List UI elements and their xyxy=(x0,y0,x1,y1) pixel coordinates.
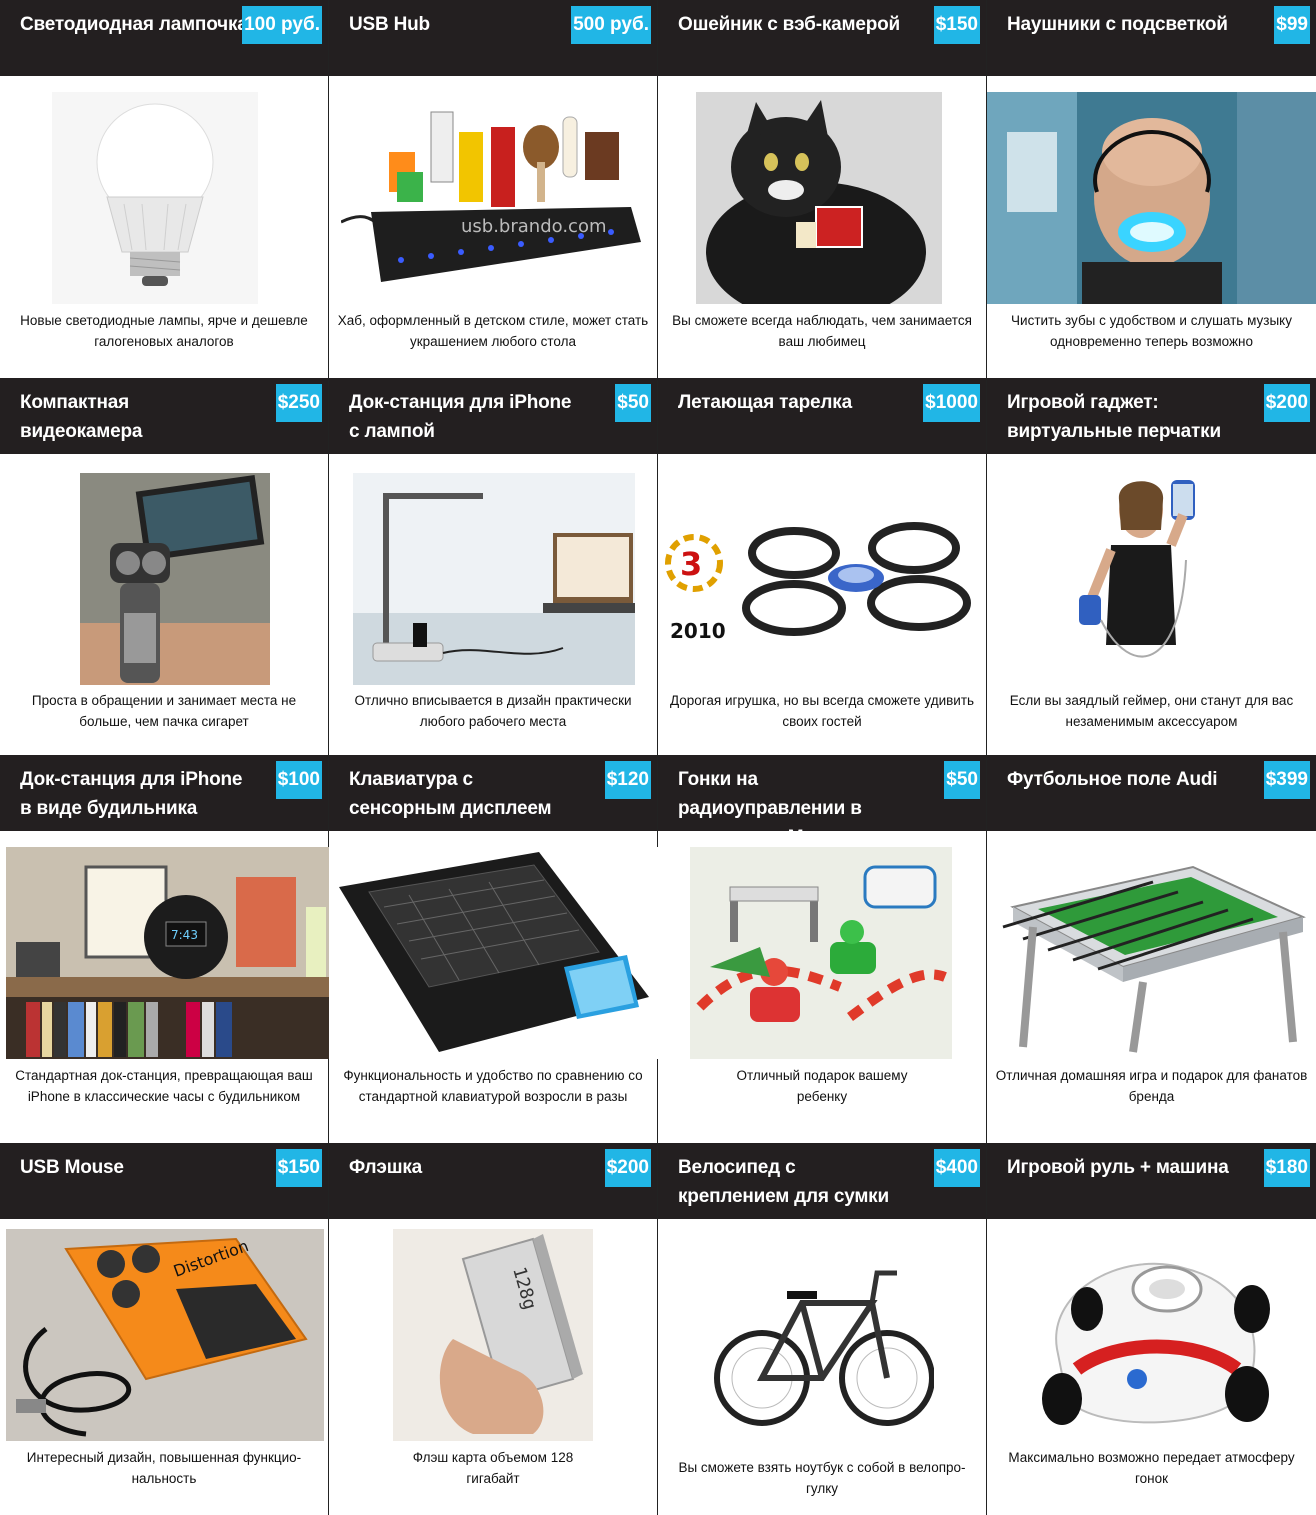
product-description: Отличный подарок вашему ребенку xyxy=(736,1068,908,1104)
kart-wheel-image xyxy=(1017,1229,1287,1441)
product-card: Светодиодная лампочка 100 руб. Новые све… xyxy=(0,0,329,378)
clock-time-label: 7:43 xyxy=(171,928,198,942)
product-title: Флэшка xyxy=(349,1157,423,1178)
product-card: Док-станция для iPhone в виде будильника… xyxy=(0,755,336,1143)
usb-hub-image: usb.brando.com xyxy=(341,92,647,304)
product-description: Стандартная док-станция, превращающая ва… xyxy=(15,1068,313,1104)
product-title: Светодиодная лампочка xyxy=(20,14,248,35)
product-description: Хаб, оформленный в детском стиле, может … xyxy=(337,313,649,349)
price-badge: $150 xyxy=(933,6,980,44)
price-badge: $200 xyxy=(1263,384,1310,422)
glowing-headset-image xyxy=(987,92,1316,304)
foosball-table-image xyxy=(993,847,1311,1059)
price-badge: $1000 xyxy=(923,384,980,422)
product-card: Флэшка $200 128g Флэш карта объемом 128 … xyxy=(329,1143,658,1515)
price-badge: $250 xyxy=(275,384,322,422)
price-badge: 100 руб. xyxy=(242,6,322,44)
product-card: Наушники с подсветкой $99 Чистить зубы с… xyxy=(987,0,1316,378)
cat-webcam-collar-image xyxy=(696,92,942,304)
product-card: Ошейник с вэб-камерой $150 Вы сможете вс… xyxy=(658,0,987,378)
price-badge: $400 xyxy=(933,1149,980,1187)
price-badge: $50 xyxy=(615,384,651,422)
price-badge: $399 xyxy=(1263,761,1310,799)
mario-rc-race-image xyxy=(690,847,952,1059)
catalog-row: Док-станция для iPhone в виде будильника… xyxy=(0,755,1316,1143)
catalog-row: Компактная видеокамера $250 Проста в обр… xyxy=(0,378,1316,755)
product-description: Отличная домашняя игра и подарок для фан… xyxy=(995,1068,1308,1104)
product-title: Игровой гаджет: виртуальные перчатки xyxy=(1007,392,1221,442)
product-description: Интересный дизайн, повышенная функцио-на… xyxy=(26,1450,302,1486)
virtual-gloves-image xyxy=(1061,470,1241,685)
product-card: USB Mouse $150 Distortion Интересный диз… xyxy=(0,1143,329,1515)
product-title: Летающая тарелка xyxy=(678,392,852,413)
price-badge: $180 xyxy=(1263,1149,1310,1187)
product-description: Максимально возможно передает атмосферу … xyxy=(1008,1450,1295,1486)
product-title: Велосипед с креплением для сумки xyxy=(678,1157,889,1207)
product-description: Новые светодиодные лампы, ярче и дешевле… xyxy=(20,313,308,349)
price-badge: $100 xyxy=(275,761,322,799)
product-card: Клавиатура с сенсорным дисплеем $120 Фун… xyxy=(329,755,658,1143)
product-description: Функциональность и удобство по сравнению… xyxy=(343,1068,643,1104)
catalog-row: USB Mouse $150 Distortion Интересный диз… xyxy=(0,1143,1316,1515)
product-description: Дорогая игрушка, но вы всегда сможете уд… xyxy=(669,693,975,729)
alarm-clock-dock-image: 7:43 xyxy=(6,847,336,1059)
product-description: Флэш карта объемом 128 гигабайт xyxy=(412,1450,574,1486)
product-title: USB Mouse xyxy=(20,1157,124,1178)
led-bulb-image xyxy=(52,92,258,304)
catalog-row: Светодиодная лампочка 100 руб. Новые све… xyxy=(0,0,1316,378)
touch-keyboard-image xyxy=(329,847,658,1059)
product-title: Гонки на радиоуправлении в стиле игры Ма… xyxy=(678,769,862,848)
product-description: Отлично вписывается в дизайн практически… xyxy=(354,693,632,729)
catalog-grid: Светодиодная лампочка 100 руб. Новые све… xyxy=(0,0,1316,1515)
product-card: Велосипед с креплением для сумки $400 Вы… xyxy=(658,1143,987,1515)
product-card: Док-станция для iPhone с лампой $50 Отли… xyxy=(329,378,658,755)
product-card: Игровой гаджет: виртуальные перчатки $20… xyxy=(987,378,1316,755)
quadcopter-image: 3 2010 xyxy=(664,493,982,663)
pedal-mouse-image: Distortion xyxy=(6,1229,324,1441)
product-title: Док-станция для iPhone с лампой xyxy=(349,392,572,442)
product-card: USB Hub 500 руб. usb.brando.com Хаб, офо… xyxy=(329,0,658,378)
product-description: Вы сможете всегда наблюдать, чем занимае… xyxy=(672,313,972,349)
price-badge: $99 xyxy=(1274,6,1310,44)
product-title: Наушники с подсветкой xyxy=(1007,14,1228,35)
product-title: USB Hub xyxy=(349,14,430,35)
svg-text:3: 3 xyxy=(680,545,702,583)
product-description: Если вы заядлый геймер, они станут для в… xyxy=(1009,693,1294,729)
product-description: Вы сможете взять ноутбук с собой в велоп… xyxy=(678,1460,966,1496)
product-description: Проста в обращении и занимает места не б… xyxy=(31,693,297,729)
flash-drive-image: 128g xyxy=(393,1229,593,1441)
price-badge: $50 xyxy=(944,761,980,799)
product-title: Футбольное поле Audi xyxy=(1007,769,1218,790)
product-card: Компактная видеокамера $250 Проста в обр… xyxy=(0,378,329,755)
product-title: Ошейник с вэб-камерой xyxy=(678,14,901,35)
price-badge: 500 руб. xyxy=(571,6,651,44)
hub-watermark: usb.brando.com xyxy=(461,216,607,237)
product-card: Футбольное поле Audi $399 Отличная домаш… xyxy=(987,755,1316,1143)
product-card: Гонки на радиоуправлении в стиле игры Ма… xyxy=(658,755,987,1143)
price-badge: $150 xyxy=(275,1149,322,1187)
price-badge: $120 xyxy=(604,761,651,799)
product-card: Летающая тарелка $1000 3 2010 Дорогая иг… xyxy=(658,378,987,755)
product-card: Игровой руль + машина $180 Максимально в… xyxy=(987,1143,1316,1515)
product-title: Компактная видеокамера xyxy=(20,392,143,442)
compact-camcorder-image xyxy=(80,473,270,685)
product-title: Док-станция для iPhone в виде будильника xyxy=(20,769,243,819)
product-title: Клавиатура с сенсорным дисплеем xyxy=(349,769,552,819)
e3-year-label: 2010 xyxy=(670,619,726,643)
product-title: Игровой руль + машина xyxy=(1007,1157,1229,1178)
iphone-dock-lamp-image xyxy=(353,473,635,685)
bicycle-image xyxy=(712,1243,934,1443)
price-badge: $200 xyxy=(604,1149,651,1187)
product-description: Чистить зубы с удобством и слушать музык… xyxy=(1011,313,1292,349)
